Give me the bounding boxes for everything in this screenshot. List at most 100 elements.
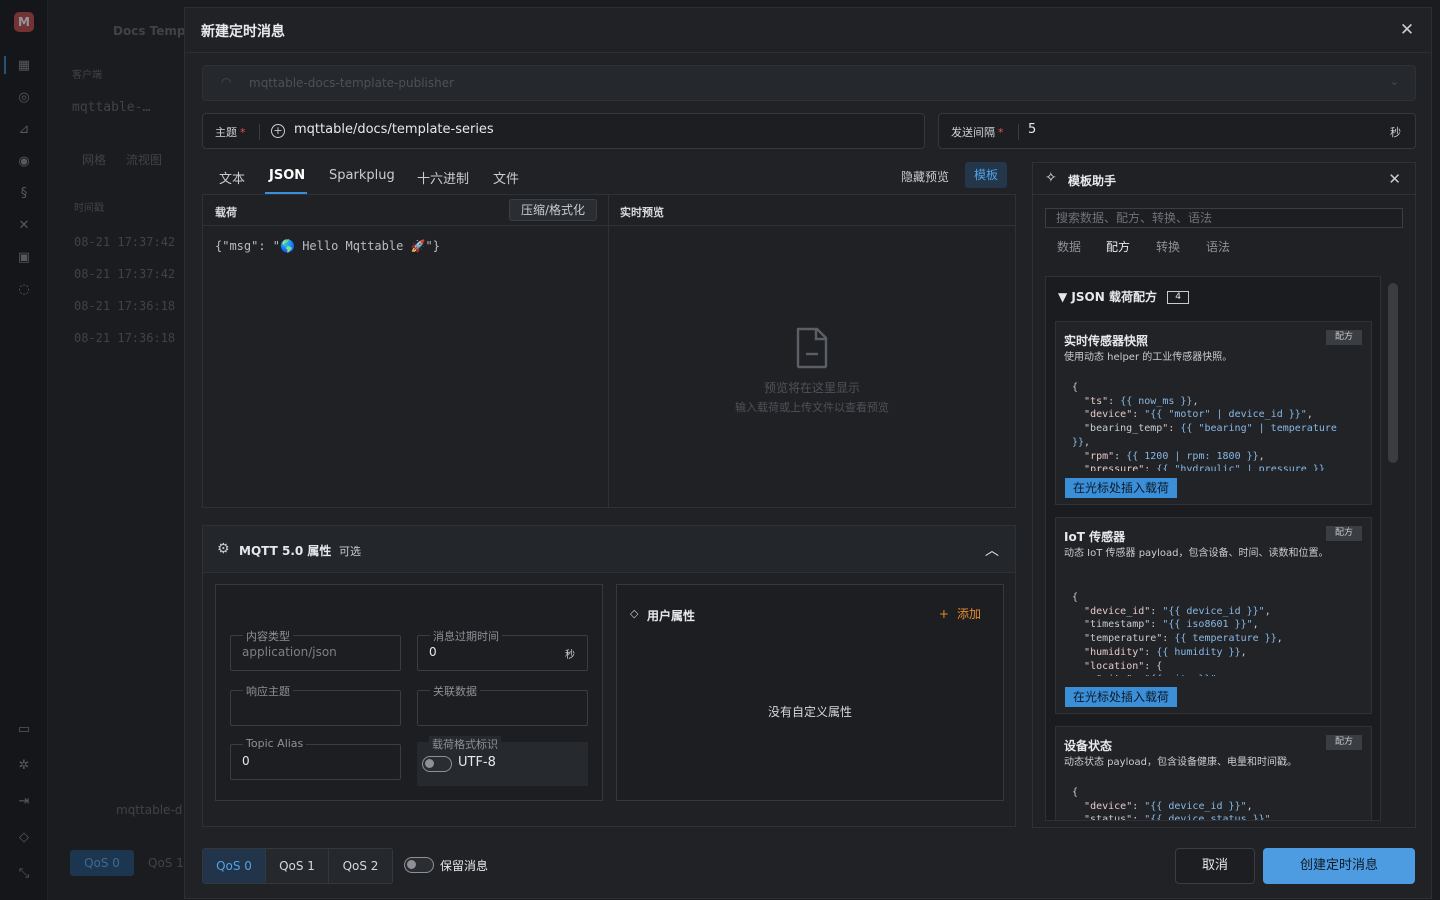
expiry-label: 消息过期时间 xyxy=(430,628,502,644)
close-icon[interactable]: ✕ xyxy=(1388,170,1401,188)
tab-hex[interactable]: 十六进制 xyxy=(417,168,469,187)
payload-format-label: 载荷格式标识 xyxy=(429,736,501,752)
bg-qos0-button[interactable]: QoS 0 xyxy=(70,850,134,876)
preview-empty-state: 预览将在这里显示 输入载荷或上传文件以查看预览 xyxy=(609,327,1015,415)
circle-icon[interactable]: ◎ xyxy=(16,90,32,106)
topic-field[interactable]: 主题 * + xyxy=(202,113,925,149)
tab-text[interactable]: 文本 xyxy=(219,168,245,187)
bg-qos1-button[interactable]: QoS 1 xyxy=(148,856,184,870)
bg-tab-grid[interactable]: 网格 xyxy=(82,151,106,168)
add-circle-icon[interactable]: + xyxy=(271,124,285,138)
tab-json[interactable]: JSON xyxy=(269,168,305,183)
tools-icon[interactable]: ✕ xyxy=(16,218,32,234)
helper-tab-data[interactable]: 数据 xyxy=(1057,238,1081,255)
insert-payload-button[interactable]: 在光标处插入载荷 xyxy=(1065,687,1178,707)
box-icon[interactable]: ▣ xyxy=(16,250,32,266)
app-logo: M xyxy=(14,12,34,32)
insert-payload-button[interactable]: 在光标处插入载荷 xyxy=(1065,478,1178,498)
connection-select[interactable]: ◠ mqttable-docs-template-publisher ⌄ xyxy=(202,65,1416,101)
script-icon[interactable]: § xyxy=(16,186,32,202)
payload-label: 载荷 xyxy=(215,206,237,219)
topic-label: 主题 * xyxy=(215,126,246,139)
template-button[interactable]: 模板 xyxy=(965,162,1007,188)
payload-header: 载荷 压缩/格式化 xyxy=(203,195,608,226)
interval-separator xyxy=(1018,124,1019,140)
preview-message: 预览将在这里显示 xyxy=(763,381,860,395)
mqtt5-properties-header[interactable]: ⚙ MQTT 5.0 属性 可选 ︿ xyxy=(202,525,1016,573)
expiry-field[interactable]: 消息过期时间 0 秒 xyxy=(417,628,588,671)
login-icon[interactable]: ⇥ xyxy=(16,794,32,810)
bg-section-label: 客户端 xyxy=(72,70,102,81)
retain-toggle[interactable] xyxy=(404,857,434,873)
folder-icon[interactable]: ▭ xyxy=(16,722,32,738)
mqtt5-properties-body: 内容类型 application/json 消息过期时间 0 秒 响应主题 关联… xyxy=(202,573,1016,827)
payload-code[interactable]: {"msg": "🌎 Hello Mqttable 🚀"} xyxy=(215,239,440,253)
bg-time-header: 时间戳 xyxy=(74,203,104,214)
expiry-value: 0 xyxy=(429,645,437,659)
bg-bottom-conn: mqttable-d xyxy=(116,803,183,817)
chevron-down-icon: ⌄ xyxy=(1389,75,1399,88)
close-icon[interactable]: ✕ xyxy=(1397,20,1417,40)
mqtt5-title: MQTT 5.0 属性 xyxy=(239,544,332,558)
tab-file[interactable]: 文件 xyxy=(493,168,519,187)
topic-alias-label: Topic Alias xyxy=(243,737,307,750)
interval-label: 发送间隔 * xyxy=(951,126,1004,139)
bg-tab-stream[interactable]: 流视图 xyxy=(126,151,162,168)
collapse-icon[interactable]: ⤡ xyxy=(16,866,32,882)
hide-preview-button[interactable]: 隐藏预览 xyxy=(901,168,949,185)
shield-icon[interactable]: ◌ xyxy=(16,282,32,298)
new-scheduled-message-dialog: 新建定时消息 ✕ ◠ mqttable-docs-template-publis… xyxy=(184,7,1432,899)
user-properties-title: 用户属性 xyxy=(647,609,696,623)
recipe-title: 实时传感器快照 xyxy=(1064,334,1149,348)
recipe-tag: 配方 xyxy=(1326,735,1362,750)
sparkle-icon: ✧ xyxy=(1045,170,1057,186)
user-properties-panel: ◇ 用户属性 + 添加 没有自定义属性 xyxy=(616,584,1004,801)
qos2-button[interactable]: QoS 2 xyxy=(329,849,392,883)
topic-alias-value: 0 xyxy=(242,754,250,768)
settings-icon[interactable]: ✲ xyxy=(16,758,32,774)
qos0-button[interactable]: QoS 0 xyxy=(203,849,266,883)
template-helper-panel: ✧ 模板助手 ✕ 数据 配方 转换 语法 ▼ JSON 载荷配方 4 实时传感器… xyxy=(1032,162,1416,828)
interval-field[interactable]: 发送间隔* 秒 xyxy=(938,113,1416,149)
topic-input[interactable] xyxy=(294,122,894,137)
topic-alias-field[interactable]: Topic Alias 0 xyxy=(230,737,401,780)
content-type-field[interactable]: 内容类型 application/json xyxy=(230,628,401,671)
add-user-property-button[interactable]: + 添加 xyxy=(939,605,981,622)
helper-tab-recipes[interactable]: 配方 xyxy=(1106,238,1130,255)
payload-format-field: 载荷格式标识 UTF-8 xyxy=(417,736,588,786)
helper-tab-transforms[interactable]: 转换 xyxy=(1156,238,1180,255)
interval-input[interactable] xyxy=(1028,122,1328,137)
qos-selector: QoS 0 QoS 1 QoS 2 xyxy=(202,848,393,884)
template-search-input[interactable] xyxy=(1045,208,1403,228)
retain-label: 保留消息 xyxy=(440,859,489,873)
caret-down-icon: ▼ xyxy=(1058,290,1068,304)
mqtt5-fields-panel: 内容类型 application/json 消息过期时间 0 秒 响应主题 关联… xyxy=(215,584,603,801)
target-icon[interactable]: ◉ xyxy=(16,154,32,170)
recipe-desc: 动态 IoT 传感器 payload，包含设备、时间、读数和位置。 xyxy=(1064,548,1329,559)
bg-row: 08-21 17:36:18 xyxy=(74,299,176,313)
payload-editor-area: 载荷 压缩/格式化 实时预览 {"msg": "🌎 Hello Mqttable… xyxy=(202,194,1016,508)
helper-tab-syntax[interactable]: 语法 xyxy=(1206,238,1230,255)
response-topic-field[interactable]: 响应主题 xyxy=(230,683,401,726)
format-button[interactable]: 压缩/格式化 xyxy=(509,199,597,221)
grid-icon[interactable]: ▦ xyxy=(16,58,32,74)
bg-client-name: mqttable-… xyxy=(72,100,151,115)
bg-row: 08-21 17:36:18 xyxy=(74,331,176,345)
recipe-count-badge: 4 xyxy=(1167,291,1190,304)
tag-icon[interactable]: ◇ xyxy=(16,830,32,846)
plus-icon: + xyxy=(938,607,949,621)
bg-row: 08-21 17:37:42 xyxy=(74,235,176,249)
recipe-scrollbar[interactable] xyxy=(1388,283,1398,463)
cancel-button[interactable]: 取消 xyxy=(1175,848,1255,884)
correlation-data-field[interactable]: 关联数据 xyxy=(417,683,588,726)
qos1-button[interactable]: QoS 1 xyxy=(266,849,329,883)
payload-format-toggle[interactable] xyxy=(422,756,452,772)
tab-sparkplug[interactable]: Sparkplug xyxy=(329,168,395,183)
app-sidebar: M ▦ ◎ ⊿ ◉ § ✕ ▣ ◌ ▭ ✲ ⇥ ◇ ⤡ xyxy=(0,0,48,900)
recipe-group-title[interactable]: ▼ JSON 载荷配方 4 xyxy=(1058,288,1190,305)
recipe-card: 设备状态 配方 动态状态 payload，包含设备健康、电量和时间戳。 { "d… xyxy=(1055,726,1372,820)
create-scheduled-message-button[interactable]: 创建定时消息 xyxy=(1263,848,1415,884)
recipe-list: ▼ JSON 载荷配方 4 实时传感器快照 配方 使用动态 helper 的工业… xyxy=(1045,276,1381,821)
chart-icon[interactable]: ⊿ xyxy=(16,122,32,138)
chevron-up-icon[interactable]: ︿ xyxy=(985,540,999,560)
